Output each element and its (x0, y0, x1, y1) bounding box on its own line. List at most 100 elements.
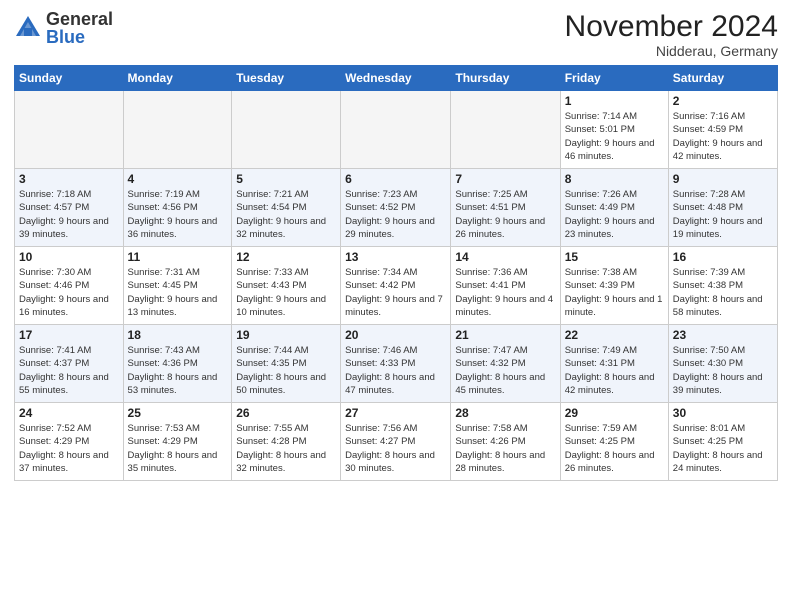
calendar-cell: 24 Sunrise: 7:52 AM Sunset: 4:29 PM Dayli… (15, 403, 124, 481)
day-info: Sunrise: 7:36 AM Sunset: 4:41 PM Dayligh… (455, 266, 555, 319)
calendar-cell (341, 91, 451, 169)
day-info: Sunrise: 7:58 AM Sunset: 4:26 PM Dayligh… (455, 422, 555, 475)
day-number: 17 (19, 328, 119, 342)
day-number: 30 (673, 406, 773, 420)
calendar-cell (123, 91, 232, 169)
day-info: Sunrise: 7:23 AM Sunset: 4:52 PM Dayligh… (345, 188, 446, 241)
day-number: 2 (673, 94, 773, 108)
day-number: 19 (236, 328, 336, 342)
weekday-header: Saturday (668, 66, 777, 91)
calendar-cell: 6 Sunrise: 7:23 AM Sunset: 4:52 PM Daylig… (341, 169, 451, 247)
weekday-header: Monday (123, 66, 232, 91)
day-info: Sunrise: 7:46 AM Sunset: 4:33 PM Dayligh… (345, 344, 446, 397)
day-number: 5 (236, 172, 336, 186)
calendar-week-row: 24 Sunrise: 7:52 AM Sunset: 4:29 PM Dayli… (15, 403, 778, 481)
calendar-cell: 18 Sunrise: 7:43 AM Sunset: 4:36 PM Dayli… (123, 325, 232, 403)
day-number: 22 (565, 328, 664, 342)
day-info: Sunrise: 7:19 AM Sunset: 4:56 PM Dayligh… (128, 188, 228, 241)
day-number: 14 (455, 250, 555, 264)
calendar-cell: 25 Sunrise: 7:53 AM Sunset: 4:29 PM Dayli… (123, 403, 232, 481)
day-info: Sunrise: 7:34 AM Sunset: 4:42 PM Dayligh… (345, 266, 446, 319)
logo-general: General (46, 9, 113, 29)
day-info: Sunrise: 7:30 AM Sunset: 4:46 PM Dayligh… (19, 266, 119, 319)
calendar-cell: 21Sunrise: 7:47 AM Sunset: 4:32 PM Dayli… (451, 325, 560, 403)
day-number: 29 (565, 406, 664, 420)
calendar-cell: 26Sunrise: 7:55 AM Sunset: 4:28 PM Dayli… (232, 403, 341, 481)
weekday-header: Sunday (15, 66, 124, 91)
title-block: November 2024 Nidderau, Germany (565, 10, 778, 59)
day-number: 18 (128, 328, 228, 342)
day-info: Sunrise: 7:44 AM Sunset: 4:35 PM Dayligh… (236, 344, 336, 397)
calendar-cell: 10 Sunrise: 7:30 AM Sunset: 4:46 PM Dayli… (15, 247, 124, 325)
day-info: Sunrise: 7:18 AM Sunset: 4:57 PM Dayligh… (19, 188, 119, 241)
day-info: Sunrise: 7:53 AM Sunset: 4:29 PM Dayligh… (128, 422, 228, 475)
day-info: Sunrise: 7:25 AM Sunset: 4:51 PM Dayligh… (455, 188, 555, 241)
calendar-cell: 13 Sunrise: 7:34 AM Sunset: 4:42 PM Dayli… (341, 247, 451, 325)
weekday-header: Wednesday (341, 66, 451, 91)
logo-text: General Blue (46, 10, 113, 46)
logo: General Blue (14, 10, 113, 46)
calendar-cell: 28 Sunrise: 7:58 AM Sunset: 4:26 PM Dayli… (451, 403, 560, 481)
month-title: November 2024 (565, 10, 778, 43)
calendar-cell (15, 91, 124, 169)
calendar-cell: 22 Sunrise: 7:49 AM Sunset: 4:31 PM Dayli… (560, 325, 668, 403)
calendar-cell: 29Sunrise: 7:59 AM Sunset: 4:25 PM Dayli… (560, 403, 668, 481)
day-number: 13 (345, 250, 446, 264)
calendar-cell: 27Sunrise: 7:56 AM Sunset: 4:27 PM Dayli… (341, 403, 451, 481)
day-info: Sunrise: 7:41 AM Sunset: 4:37 PM Dayligh… (19, 344, 119, 397)
day-number: 27 (345, 406, 446, 420)
day-info: Sunrise: 7:52 AM Sunset: 4:29 PM Dayligh… (19, 422, 119, 475)
calendar-cell: 11 Sunrise: 7:31 AM Sunset: 4:45 PM Dayli… (123, 247, 232, 325)
page: General Blue November 2024 Nidderau, Ger… (0, 0, 792, 612)
day-info: Sunrise: 7:14 AM Sunset: 5:01 PM Dayligh… (565, 110, 664, 163)
day-number: 25 (128, 406, 228, 420)
calendar-cell: 8 Sunrise: 7:26 AM Sunset: 4:49 PM Daylig… (560, 169, 668, 247)
day-info: Sunrise: 7:28 AM Sunset: 4:48 PM Dayligh… (673, 188, 773, 241)
weekday-header: Friday (560, 66, 668, 91)
day-number: 11 (128, 250, 228, 264)
calendar-cell: 16Sunrise: 7:39 AM Sunset: 4:38 PM Dayli… (668, 247, 777, 325)
calendar-header-row: SundayMondayTuesdayWednesdayThursdayFrid… (15, 66, 778, 91)
calendar-week-row: 17 Sunrise: 7:41 AM Sunset: 4:37 PM Dayli… (15, 325, 778, 403)
calendar-cell: 4 Sunrise: 7:19 AM Sunset: 4:56 PM Daylig… (123, 169, 232, 247)
day-number: 28 (455, 406, 555, 420)
day-number: 20 (345, 328, 446, 342)
day-number: 10 (19, 250, 119, 264)
calendar-week-row: 3Sunrise: 7:18 AM Sunset: 4:57 PM Daylig… (15, 169, 778, 247)
calendar-week-row: 10 Sunrise: 7:30 AM Sunset: 4:46 PM Dayli… (15, 247, 778, 325)
day-info: Sunrise: 7:16 AM Sunset: 4:59 PM Dayligh… (673, 110, 773, 163)
calendar-cell: 23Sunrise: 7:50 AM Sunset: 4:30 PM Dayli… (668, 325, 777, 403)
day-info: Sunrise: 7:33 AM Sunset: 4:43 PM Dayligh… (236, 266, 336, 319)
calendar-cell: 14 Sunrise: 7:36 AM Sunset: 4:41 PM Dayli… (451, 247, 560, 325)
calendar-cell: 7 Sunrise: 7:25 AM Sunset: 4:51 PM Daylig… (451, 169, 560, 247)
logo-icon (14, 14, 42, 42)
calendar-week-row: 1Sunrise: 7:14 AM Sunset: 5:01 PM Daylig… (15, 91, 778, 169)
calendar-cell: 20 Sunrise: 7:46 AM Sunset: 4:33 PM Dayli… (341, 325, 451, 403)
day-number: 23 (673, 328, 773, 342)
calendar-cell: 12 Sunrise: 7:33 AM Sunset: 4:43 PM Dayli… (232, 247, 341, 325)
calendar-cell: 9Sunrise: 7:28 AM Sunset: 4:48 PM Daylig… (668, 169, 777, 247)
day-info: Sunrise: 7:47 AM Sunset: 4:32 PM Dayligh… (455, 344, 555, 397)
day-info: Sunrise: 8:01 AM Sunset: 4:25 PM Dayligh… (673, 422, 773, 475)
calendar-cell (232, 91, 341, 169)
day-info: Sunrise: 7:49 AM Sunset: 4:31 PM Dayligh… (565, 344, 664, 397)
day-number: 12 (236, 250, 336, 264)
weekday-header: Thursday (451, 66, 560, 91)
calendar-cell (451, 91, 560, 169)
day-info: Sunrise: 7:31 AM Sunset: 4:45 PM Dayligh… (128, 266, 228, 319)
weekday-header: Tuesday (232, 66, 341, 91)
calendar-cell: 2 Sunrise: 7:16 AM Sunset: 4:59 PM Daylig… (668, 91, 777, 169)
header: General Blue November 2024 Nidderau, Ger… (14, 10, 778, 59)
day-info: Sunrise: 7:43 AM Sunset: 4:36 PM Dayligh… (128, 344, 228, 397)
location: Nidderau, Germany (565, 43, 778, 59)
calendar-cell: 19 Sunrise: 7:44 AM Sunset: 4:35 PM Dayli… (232, 325, 341, 403)
day-number: 6 (345, 172, 446, 186)
day-number: 4 (128, 172, 228, 186)
day-number: 26 (236, 406, 336, 420)
day-number: 7 (455, 172, 555, 186)
day-number: 24 (19, 406, 119, 420)
day-number: 8 (565, 172, 664, 186)
day-number: 15 (565, 250, 664, 264)
calendar-cell: 1Sunrise: 7:14 AM Sunset: 5:01 PM Daylig… (560, 91, 668, 169)
day-info: Sunrise: 7:26 AM Sunset: 4:49 PM Dayligh… (565, 188, 664, 241)
